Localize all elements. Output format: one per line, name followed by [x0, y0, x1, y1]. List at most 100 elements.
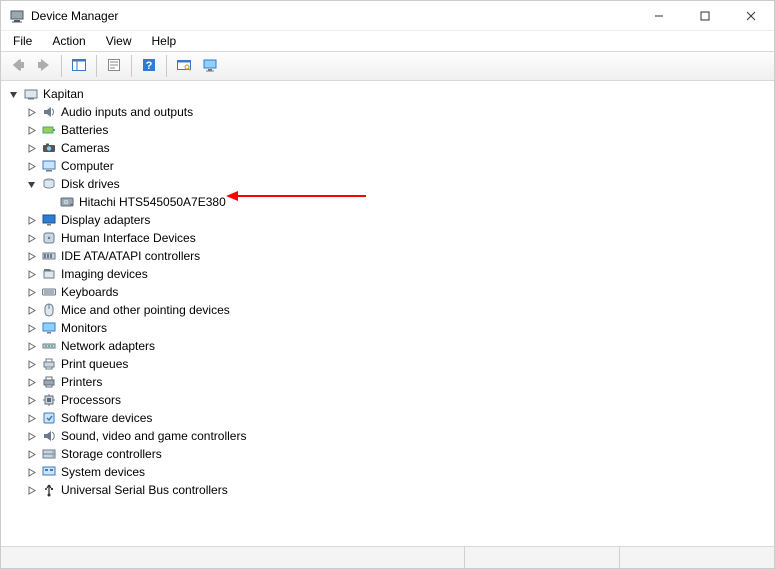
back-button[interactable]: [6, 54, 30, 78]
ide-icon: [41, 248, 57, 264]
tree-label: Processors: [61, 391, 121, 409]
tree-row-cat-11[interactable]: Monitors: [1, 319, 774, 337]
tree-row-cat-2[interactable]: Cameras: [1, 139, 774, 157]
chevron-right-icon[interactable]: [23, 446, 39, 462]
tree-row-cat-4[interactable]: Disk drives: [1, 175, 774, 193]
keyboard-icon: [41, 284, 57, 300]
tree-row-cat-18[interactable]: Storage controllers: [1, 445, 774, 463]
tree-label: Monitors: [61, 319, 107, 337]
statusbar-cell: [619, 547, 774, 568]
tree-row-cat-3[interactable]: Computer: [1, 157, 774, 175]
tree-label: Printers: [61, 373, 102, 391]
chevron-right-icon[interactable]: [23, 104, 39, 120]
tree-label: Storage controllers: [61, 445, 162, 463]
forward-button[interactable]: [32, 54, 56, 78]
toolbar-separator: [96, 55, 97, 77]
toolbar-separator: [166, 55, 167, 77]
tree-row-cat-9[interactable]: Keyboards: [1, 283, 774, 301]
tree-row-root[interactable]: Kapitan: [1, 85, 774, 103]
tree-row-cat-15[interactable]: Processors: [1, 391, 774, 409]
tree-row-cat-8[interactable]: Imaging devices: [1, 265, 774, 283]
network-icon: [41, 338, 57, 354]
chevron-right-icon[interactable]: [23, 284, 39, 300]
statusbar: [1, 546, 774, 568]
tree-label: Audio inputs and outputs: [61, 103, 193, 121]
chevron-right-icon[interactable]: [23, 356, 39, 372]
chevron-right-icon[interactable]: [23, 140, 39, 156]
chevron-right-icon[interactable]: [23, 212, 39, 228]
tree-label: Display adapters: [61, 211, 150, 229]
menu-help[interactable]: Help: [144, 32, 185, 50]
chevron-right-icon[interactable]: [23, 248, 39, 264]
tree-row-cat-7[interactable]: IDE ATA/ATAPI controllers: [1, 247, 774, 265]
tree-row-cat-10[interactable]: Mice and other pointing devices: [1, 301, 774, 319]
system-icon: [41, 464, 57, 480]
menu-view[interactable]: View: [98, 32, 140, 50]
toolbar-separator: [61, 55, 62, 77]
tree-label: Computer: [61, 157, 114, 175]
tree-row-cat-5[interactable]: Display adapters: [1, 211, 774, 229]
disk-icon: [41, 176, 57, 192]
tree-label: Print queues: [61, 355, 128, 373]
tree-label: Cameras: [61, 139, 110, 157]
chevron-right-icon[interactable]: [23, 230, 39, 246]
tree-row-cat-0[interactable]: Audio inputs and outputs: [1, 103, 774, 121]
tree-pane-icon: [71, 57, 87, 76]
tree-row-cat-14[interactable]: Printers: [1, 373, 774, 391]
device-tree-panel[interactable]: KapitanAudio inputs and outputsBatteries…: [1, 81, 774, 546]
chevron-right-icon[interactable]: [23, 338, 39, 354]
root-icon: [23, 86, 39, 102]
tree-row-cat-17[interactable]: Sound, video and game controllers: [1, 427, 774, 445]
tree-row-cat-16[interactable]: Software devices: [1, 409, 774, 427]
tree-row-cat-20[interactable]: Universal Serial Bus controllers: [1, 481, 774, 499]
tree-label: Batteries: [61, 121, 108, 139]
show-hidden-devices-button[interactable]: [198, 54, 222, 78]
chevron-down-icon[interactable]: [5, 86, 21, 102]
scan-hardware-button[interactable]: [172, 54, 196, 78]
cpu-icon: [41, 392, 57, 408]
chevron-right-icon[interactable]: [23, 482, 39, 498]
menu-action[interactable]: Action: [44, 32, 93, 50]
properties-icon: [106, 57, 122, 76]
chevron-right-icon[interactable]: [23, 266, 39, 282]
chevron-right-icon[interactable]: [23, 302, 39, 318]
chevron-right-icon[interactable]: [23, 320, 39, 336]
arrow-right-icon: [36, 57, 52, 76]
tree-row-cat-13[interactable]: Print queues: [1, 355, 774, 373]
help-button[interactable]: ?: [137, 54, 161, 78]
sound-icon: [41, 428, 57, 444]
monitor-icon: [41, 320, 57, 336]
scan-icon: [176, 57, 192, 76]
minimize-button[interactable]: [636, 1, 682, 31]
maximize-button[interactable]: [682, 1, 728, 31]
toolbar: ?: [1, 51, 774, 81]
chevron-right-icon[interactable]: [23, 392, 39, 408]
close-button[interactable]: [728, 1, 774, 31]
chevron-right-icon[interactable]: [23, 374, 39, 390]
titlebar: Device Manager: [1, 1, 774, 31]
battery-icon: [41, 122, 57, 138]
camera-icon: [41, 140, 57, 156]
menu-file[interactable]: File: [5, 32, 40, 50]
imaging-icon: [41, 266, 57, 282]
chevron-right-icon[interactable]: [23, 122, 39, 138]
properties-button[interactable]: [102, 54, 126, 78]
chevron-right-icon[interactable]: [23, 428, 39, 444]
tree-row-cat-1[interactable]: Batteries: [1, 121, 774, 139]
tree-row-cat-19[interactable]: System devices: [1, 463, 774, 481]
chevron-right-icon[interactable]: [23, 410, 39, 426]
tree-row-cat-12[interactable]: Network adapters: [1, 337, 774, 355]
monitor-icon: [202, 57, 218, 76]
tree-label: Imaging devices: [61, 265, 148, 283]
chevron-right-icon[interactable]: [23, 464, 39, 480]
tree-row-cat-6[interactable]: Human Interface Devices: [1, 229, 774, 247]
chevron-right-icon[interactable]: [23, 158, 39, 174]
tree-row-cat-4-child-0[interactable]: Hitachi HTS545050A7E380: [1, 193, 774, 211]
tree-label: Network adapters: [61, 337, 155, 355]
statusbar-cell: [1, 547, 464, 568]
tree-label: Software devices: [61, 409, 152, 427]
chevron-down-icon[interactable]: [23, 176, 39, 192]
toolbar-separator: [131, 55, 132, 77]
storage-icon: [41, 446, 57, 462]
show-hide-console-tree-button[interactable]: [67, 54, 91, 78]
